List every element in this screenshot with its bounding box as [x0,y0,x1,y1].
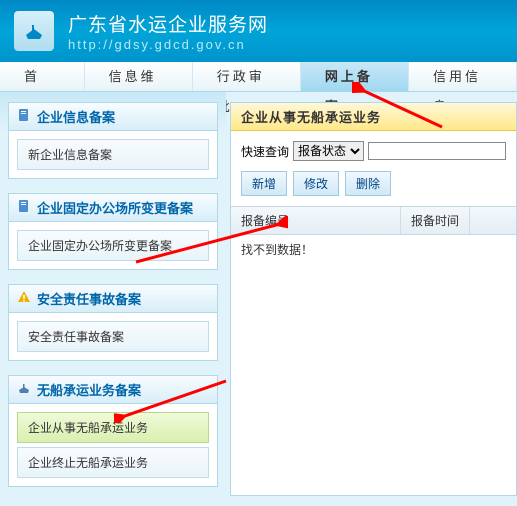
section-header: 企业固定办公场所变更备案 [9,194,217,222]
section-header: 企业信息备案 [9,103,217,131]
sidebar-section-2: 安全责任事故备案安全责任事故备案 [8,284,218,361]
nav-item-1[interactable]: 信息维护 [85,62,193,91]
sidebar-item-2-0[interactable]: 安全责任事故备案 [17,321,209,352]
sidebar-section-1: 企业固定办公场所变更备案企业固定办公场所变更备案 [8,193,218,270]
header: 广东省水运企业服务网 http://gdsy.gdcd.gov.cn [0,0,517,62]
site-title: 广东省水运企业服务网 [68,10,268,37]
section-title: 安全责任事故备案 [37,289,141,308]
section-title: 企业固定办公场所变更备案 [37,198,193,217]
panel-title: 企业从事无船承运业务 [231,103,516,131]
sidebar: 企业信息备案新企业信息备案企业固定办公场所变更备案企业固定办公场所变更备案安全责… [0,92,226,506]
query-field-select[interactable]: 报备状态 [293,141,364,161]
sidebar-item-0-0[interactable]: 新企业信息备案 [17,139,209,170]
col-report-time: 报备时间 [401,207,470,234]
nav-item-3[interactable]: 网上备案 [301,62,409,91]
sidebar-item-3-1[interactable]: 企业终止无船承运业务 [17,447,209,478]
section-title: 企业信息备案 [37,107,115,126]
sidebar-item-3-0[interactable]: 企业从事无船承运业务 [17,412,209,443]
sidebar-section-3: 无船承运业务备案企业从事无船承运业务企业终止无船承运业务 [8,375,218,487]
top-nav: 首 页信息维护行政审批网上备案信用信息 [0,62,517,92]
section-header: 安全责任事故备案 [9,285,217,313]
action-button-0[interactable]: 新增 [241,171,287,196]
ship-logo-icon [14,11,54,51]
sidebar-section-0: 企业信息备案新企业信息备案 [8,102,218,179]
nav-item-2[interactable]: 行政审批 [193,62,301,91]
nav-item-0[interactable]: 首 页 [0,62,85,91]
table-body: 找不到数据！ [231,235,516,495]
warn-icon [17,290,37,307]
empty-message: 找不到数据！ [241,243,313,257]
ship-icon [17,381,37,398]
quick-query-label: 快速查询 [241,143,289,160]
nav-item-4[interactable]: 信用信息 [409,62,517,91]
main-area: 企业从事无船承运业务 快速查询 报备状态 新增修改删除 报备编号 报备时间 找不… [226,92,517,506]
section-title: 无船承运业务备案 [37,380,141,399]
site-url: http://gdsy.gdcd.gov.cn [68,37,268,52]
file-icon [17,108,37,125]
query-input[interactable] [368,142,506,160]
sidebar-item-1-0[interactable]: 企业固定办公场所变更备案 [17,230,209,261]
section-header: 无船承运业务备案 [9,376,217,404]
table-header: 报备编号 报备时间 [231,206,516,235]
file-icon [17,199,37,216]
action-button-2[interactable]: 删除 [345,171,391,196]
col-report-no: 报备编号 [231,207,401,234]
action-button-1[interactable]: 修改 [293,171,339,196]
